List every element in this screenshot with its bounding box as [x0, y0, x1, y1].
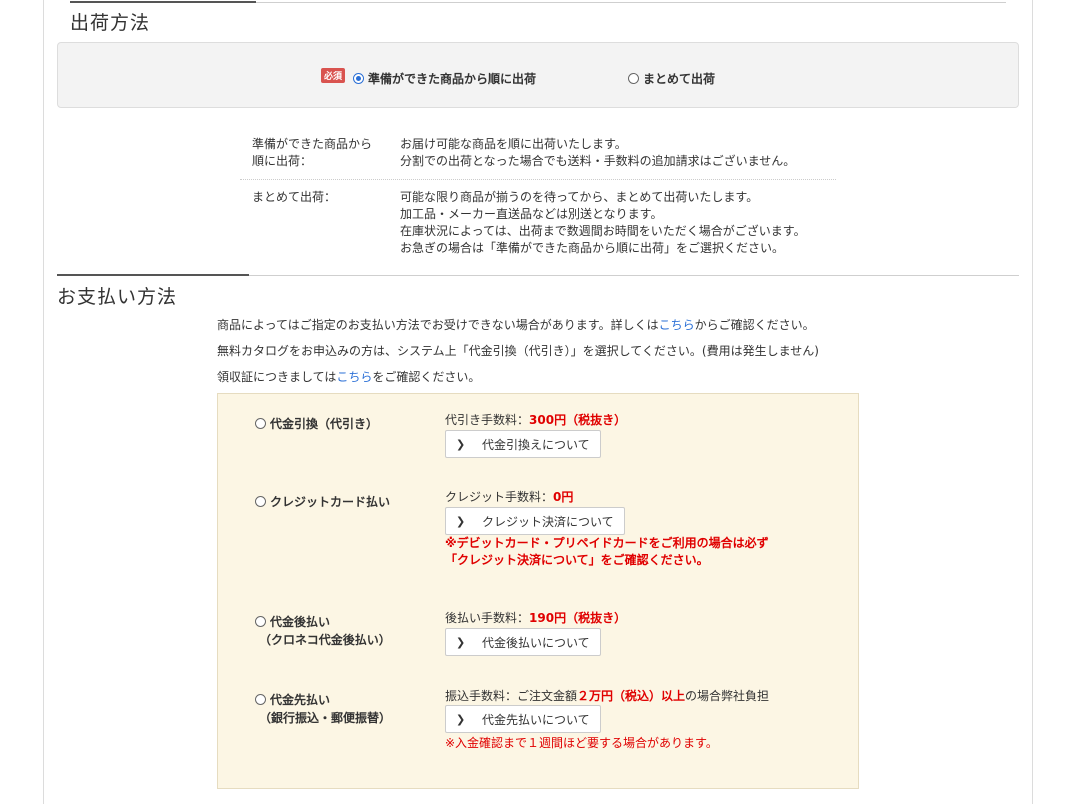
payment-option-credit-card[interactable]: クレジットカード払い: [255, 493, 390, 511]
receipt-link[interactable]: こちら: [336, 370, 372, 384]
desc-text-line: お急ぎの場合は「準備ができた商品から順に出荷」をご選択ください。: [400, 241, 785, 255]
fee-label: 後払い手数料：: [445, 611, 530, 625]
desc-text-line: 可能な限り商品が揃うのを待ってから、まとめて出荷いたします。: [400, 190, 759, 204]
shipping-option-sequential[interactable]: 準備ができた商品から順に出荷: [353, 70, 536, 87]
payment-option-sublabel: （クロネコ代金後払い）: [259, 633, 391, 647]
chevron-down-icon: ❯: [456, 635, 466, 649]
prepay-info-button[interactable]: ❯ 代金先払いについて: [445, 705, 601, 733]
prepay-fee: 振込手数料：ご注文金額２万円（税込）以上の場合弊社負担: [445, 687, 769, 704]
cod-info-button[interactable]: ❯ 代金引換えについて: [445, 430, 601, 458]
radio-unchecked-icon[interactable]: [255, 694, 266, 705]
fee-label: 代引き手数料：: [445, 413, 530, 427]
radio-unchecked-icon[interactable]: [628, 73, 639, 84]
chevron-down-icon: ❯: [456, 712, 466, 726]
required-badge: 必須: [321, 68, 346, 83]
fee-label: 振込手数料：ご注文金額: [445, 689, 578, 703]
button-label: 代金先払いについて: [482, 712, 590, 727]
postpay-fee: 後払い手数料：190円（税抜き）: [445, 609, 626, 626]
shipping-desc-together: まとめて出荷： 可能な限り商品が揃うのを待ってから、まとめて出荷いたします。 加…: [240, 189, 836, 257]
chevron-down-icon: ❯: [456, 514, 466, 528]
payment-option-label: 代金引換（代引き）: [270, 417, 379, 431]
shipping-option-sequential-label: 準備ができた商品から順に出荷: [368, 72, 537, 86]
shipping-option-together[interactable]: まとめて出荷: [628, 70, 715, 87]
shipping-option-together-label: まとめて出荷: [643, 72, 716, 86]
payment-option-label: クレジットカード払い: [270, 495, 391, 509]
radio-checked-icon[interactable]: [353, 73, 364, 84]
fee-value: ２万円（税込）以上: [577, 689, 686, 703]
shipping-desc-sequential: 準備ができた商品から 順に出荷： お届け可能な商品を順に出荷いたします。 分割で…: [240, 136, 836, 170]
radio-unchecked-icon[interactable]: [255, 616, 266, 627]
desc-text-line: 加工品・メーカー直送品などは別送となります。: [400, 207, 663, 221]
button-label: 代金後払いについて: [482, 635, 590, 650]
note-text: からご確認ください。: [694, 318, 815, 332]
details-link[interactable]: こちら: [659, 318, 695, 332]
shipping-divider-accent: [70, 1, 256, 3]
radio-unchecked-icon[interactable]: [255, 418, 266, 429]
payment-option-prepay[interactable]: 代金先払い （銀行振込・郵便振替）: [255, 691, 391, 727]
postpay-info-button[interactable]: ❯ 代金後払いについて: [445, 628, 601, 656]
payment-option-sublabel: （銀行振込・郵便振替）: [259, 711, 392, 725]
credit-fee: クレジット手数料：0円: [445, 488, 573, 505]
payment-note-catalog: 無料カタログをお申込みの方は、システム上「代金引換（代引き）」を選択してください…: [217, 344, 819, 358]
desc-separator: [240, 179, 836, 180]
desc-text-line: お届け可能な商品を順に出荷いたします。: [400, 137, 627, 151]
warning-line: ※デビットカード・プリペイドカードをご利用の場合は必ず: [445, 536, 769, 550]
payment-note-restrictions: 商品によってはご指定のお支払い方法でお受けできない場合があります。詳しくはこちら…: [217, 316, 815, 333]
warning-line: 「クレジット決済について」をご確認ください。: [445, 553, 709, 567]
payment-option-label: 代金後払い: [270, 615, 331, 629]
radio-unchecked-icon[interactable]: [255, 496, 266, 507]
note-text: 商品によってはご指定のお支払い方法でお受けできない場合があります。詳しくは: [217, 318, 659, 332]
prepay-warning: ※入金確認まで１週間ほど要する場合があります。: [445, 736, 718, 750]
button-label: クレジット決済について: [482, 514, 614, 529]
payment-section-title: お支払い方法: [57, 286, 178, 308]
desc-text-line: 在庫状況によっては、出荷まで数週間お時間をいただく場合がございます。: [400, 224, 806, 238]
note-text: 領収証につきましては: [217, 370, 337, 384]
fee-label: クレジット手数料：: [445, 490, 554, 504]
desc-label-line: まとめて出荷：: [252, 190, 337, 204]
payment-note-receipt: 領収証につきましてはこちらをご確認ください。: [217, 368, 480, 385]
desc-label-line: 順に出荷：: [252, 154, 313, 168]
cod-fee: 代引き手数料：300円（税抜き）: [445, 411, 626, 428]
payment-option-postpay[interactable]: 代金後払い （クロネコ代金後払い）: [255, 613, 391, 649]
chevron-down-icon: ❯: [456, 437, 466, 451]
payment-option-cod[interactable]: 代金引換（代引き）: [255, 415, 378, 433]
credit-warning: ※デビットカード・プリペイドカードをご利用の場合は必ず 「クレジット決済について…: [445, 535, 769, 569]
shipping-section-title: 出荷方法: [70, 12, 151, 34]
fee-value: 0円: [553, 490, 574, 504]
desc-label-line: 準備ができた商品から: [252, 137, 373, 151]
credit-info-button[interactable]: ❯ クレジット決済について: [445, 507, 625, 535]
note-text: をご確認ください。: [372, 370, 481, 384]
fee-value: 190円（税抜き）: [529, 611, 627, 625]
payment-divider-accent: [57, 274, 249, 276]
shipping-options-box: [57, 42, 1019, 108]
fee-after: の場合弊社負担: [685, 689, 770, 703]
payment-option-label: 代金先払い: [270, 693, 331, 707]
desc-text-line: 分割での出荷となった場合でも送料・手数料の追加請求はございません。: [400, 154, 796, 168]
fee-value: 300円（税抜き）: [529, 413, 627, 427]
button-label: 代金引換えについて: [482, 437, 590, 452]
